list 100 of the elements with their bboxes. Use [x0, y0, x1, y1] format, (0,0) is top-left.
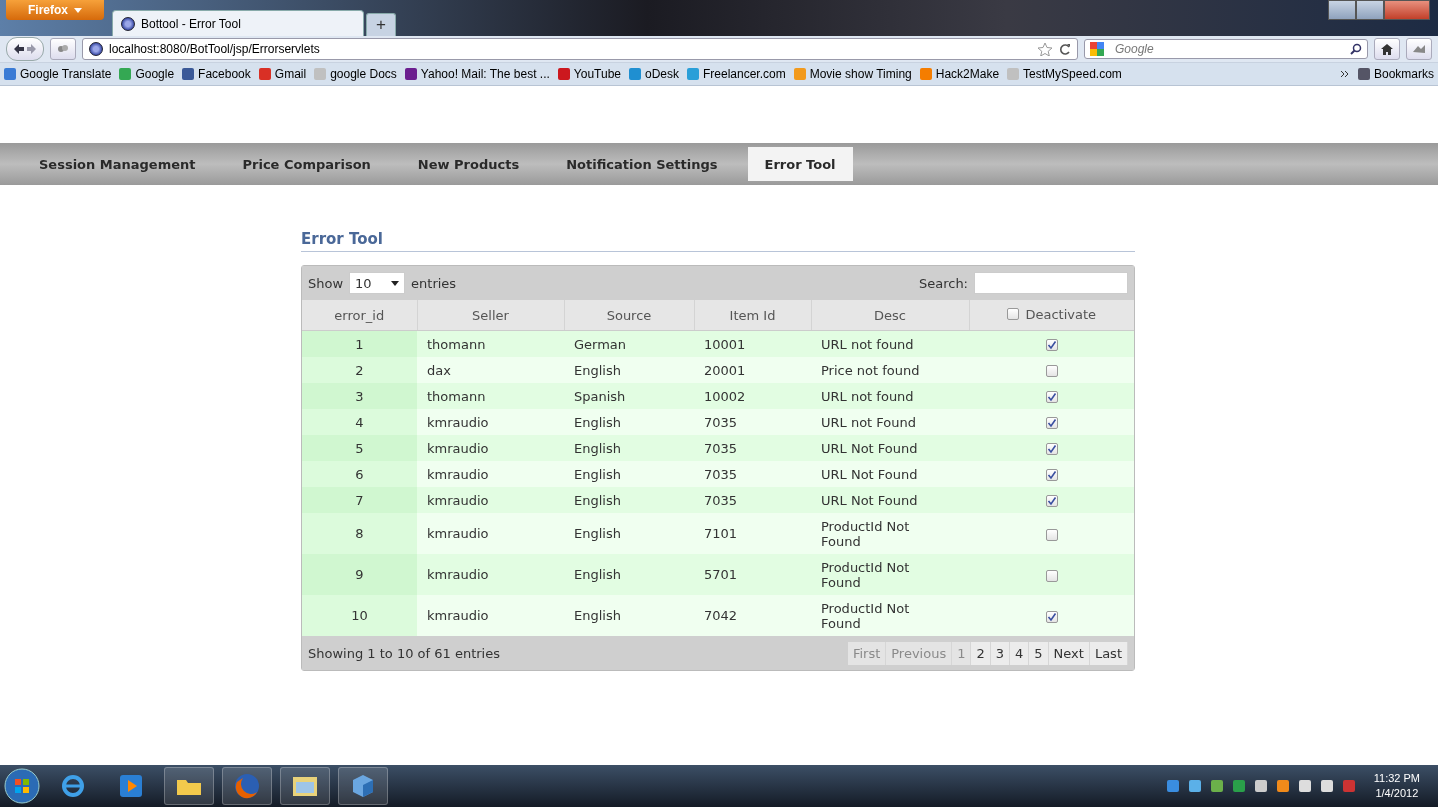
star-icon[interactable] — [1037, 42, 1053, 56]
tray-icon[interactable] — [1275, 779, 1290, 793]
bookmark-link[interactable]: YouTube — [557, 67, 621, 81]
bookmark-link[interactable]: Freelancer.com — [687, 67, 786, 81]
bookmark-link[interactable]: Facebook — [182, 67, 251, 81]
table-cell: 7035 — [694, 435, 811, 461]
deactivate-checkbox[interactable] — [1045, 443, 1058, 455]
table-cell: ProductId Not Found — [811, 554, 969, 595]
deactivate-checkbox[interactable] — [1045, 339, 1058, 351]
table-info: Showing 1 to 10 of 61 entries — [308, 645, 500, 661]
table-cell: 8 — [302, 513, 417, 554]
deactivate-checkbox[interactable] — [1045, 365, 1058, 377]
identity-button[interactable] — [50, 38, 76, 60]
select-all-checkbox[interactable] — [1007, 308, 1020, 321]
browser-tab[interactable]: Bottool - Error Tool — [112, 10, 364, 36]
pagination-button[interactable]: 4 — [1010, 641, 1030, 665]
chevron-icon[interactable] — [1339, 69, 1350, 79]
table-cell: English — [564, 435, 694, 461]
minimize-button[interactable] — [1328, 0, 1356, 20]
bookmark-link[interactable]: Google — [119, 67, 175, 81]
table-cell: 7 — [302, 487, 417, 513]
table-cell: kmraudio — [417, 461, 564, 487]
back-forward-button[interactable] — [6, 37, 44, 61]
nav-tab[interactable]: Session Management — [22, 147, 213, 181]
nav-tab[interactable]: Notification Settings — [549, 147, 735, 181]
nav-tab[interactable]: Error Tool — [747, 147, 853, 181]
deactivate-checkbox[interactable] — [1045, 569, 1058, 582]
table-cell: English — [564, 513, 694, 554]
table-cell: ProductId Not Found — [811, 513, 969, 554]
start-button[interactable] — [4, 768, 40, 804]
table-cell: 7035 — [694, 461, 811, 487]
clock[interactable]: 11:32 PM 1/4/2012 — [1373, 771, 1420, 801]
table-cell: 3 — [302, 383, 417, 409]
maximize-button[interactable] — [1356, 0, 1384, 20]
table-cell: URL not found — [811, 330, 969, 357]
pagination-button[interactable]: Next — [1048, 641, 1090, 665]
bookmark-link[interactable]: Gmail — [258, 67, 307, 81]
pagination-button[interactable]: 3 — [990, 641, 1011, 665]
column-header[interactable]: Source — [564, 300, 694, 331]
file-explorer-icon[interactable] — [280, 767, 330, 805]
folder-icon[interactable] — [164, 767, 214, 805]
bookmarks-menu[interactable]: Bookmarks — [1357, 67, 1434, 81]
search-label: Search: — [918, 275, 968, 291]
pagination-button[interactable]: 2 — [971, 641, 991, 665]
search-icon[interactable] — [1350, 43, 1362, 55]
bookmark-link[interactable]: google Docs — [314, 67, 397, 81]
tray-icon[interactable] — [1209, 779, 1224, 793]
table-search-field[interactable] — [974, 272, 1128, 294]
table-cell: 10002 — [694, 383, 811, 409]
bookmarks-icon — [1357, 68, 1370, 80]
addon-button[interactable] — [1406, 38, 1432, 60]
show-label: Show — [308, 275, 344, 291]
firefox-icon[interactable] — [222, 767, 272, 805]
bookmark-link[interactable]: Hack2Make — [919, 67, 1000, 81]
column-header[interactable]: error_id — [302, 300, 417, 331]
addon-icon — [1412, 44, 1426, 54]
table-cell: English — [564, 487, 694, 513]
deactivate-checkbox[interactable] — [1045, 469, 1058, 481]
tray-icon[interactable] — [1297, 779, 1312, 793]
table-cell: kmraudio — [417, 487, 564, 513]
tray-icon[interactable] — [1187, 779, 1202, 793]
column-header[interactable]: Seller — [417, 300, 564, 331]
reload-icon[interactable] — [1059, 43, 1071, 55]
table-cell: 20001 — [694, 357, 811, 383]
bookmark-link[interactable]: Google Translate — [4, 67, 112, 81]
close-button[interactable] — [1384, 0, 1430, 20]
pagination-button[interactable]: Last — [1089, 641, 1128, 665]
bookmark-link[interactable]: oDesk — [629, 67, 679, 81]
deactivate-checkbox[interactable] — [1045, 495, 1058, 507]
column-header[interactable]: Item Id — [694, 300, 811, 331]
table-cell: English — [564, 409, 694, 435]
home-button[interactable] — [1374, 38, 1400, 60]
pagination-button[interactable]: 5 — [1029, 641, 1049, 665]
nav-tab[interactable]: New Products — [400, 147, 537, 181]
bookmark-link[interactable]: Movie show Timing — [793, 67, 912, 81]
arrows-icon — [13, 43, 37, 55]
address-bar[interactable]: localhost:8080/BotTool/jsp/Errorservlets — [82, 38, 1078, 60]
table-cell: kmraudio — [417, 435, 564, 461]
table-cell: 7042 — [694, 595, 811, 636]
search-field[interactable]: Google — [1084, 39, 1368, 59]
tray-icon[interactable] — [1253, 779, 1268, 793]
tray-icon[interactable] — [1231, 779, 1246, 793]
tray-icon[interactable] — [1319, 779, 1334, 793]
deactivate-checkbox[interactable] — [1045, 610, 1058, 623]
new-tab-button[interactable]: + — [366, 13, 396, 36]
table-cell: 7035 — [694, 409, 811, 435]
page-size-select[interactable]: 10 — [349, 272, 406, 294]
globe-icon — [121, 16, 135, 31]
bookmark-link[interactable]: TestMySpeed.com — [1007, 67, 1122, 81]
bookmark-link[interactable]: Yahoo! Mail: The best ... — [404, 67, 550, 81]
table-cell: 5701 — [694, 554, 811, 595]
table-cell: English — [564, 595, 694, 636]
deactivate-checkbox[interactable] — [1045, 391, 1058, 403]
deactivate-checkbox[interactable] — [1045, 528, 1058, 541]
column-header[interactable]: Desc — [811, 300, 969, 331]
nav-tab[interactable]: Price Comparison — [225, 147, 388, 181]
deactivate-checkbox[interactable] — [1045, 417, 1058, 429]
table-cell: ProductId Not Found — [811, 595, 969, 636]
cube-icon[interactable] — [338, 767, 388, 805]
table-cell: kmraudio — [417, 595, 564, 636]
